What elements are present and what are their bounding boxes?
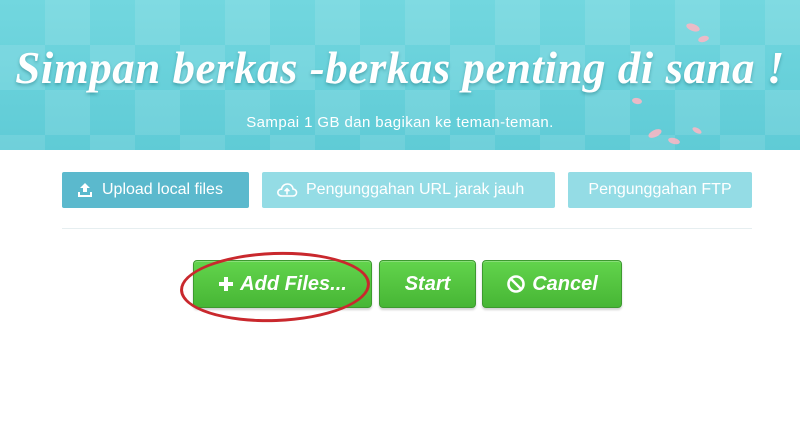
- petal-decoration: [685, 21, 701, 34]
- cancel-button[interactable]: Cancel: [482, 260, 622, 308]
- hero-banner: Simpan berkas -berkas penting di sana ! …: [0, 0, 800, 150]
- add-files-label: Add Files...: [240, 272, 347, 295]
- tab-label: Pengunggahan FTP: [588, 181, 732, 198]
- tab-ftp-upload[interactable]: Pengunggahan FTP: [568, 172, 752, 208]
- banner-subline: Sampai 1 GB dan bagikan ke teman-teman.: [246, 114, 554, 131]
- tab-remote-url-upload[interactable]: Pengunggahan URL jarak jauh: [262, 172, 555, 208]
- section-divider: [62, 228, 752, 229]
- tab-label: Pengunggahan URL jarak jauh: [306, 181, 525, 198]
- upload-mode-tabs: Upload local files Pengunggahan URL jara…: [0, 172, 800, 210]
- tab-upload-local-files[interactable]: Upload local files: [62, 172, 249, 208]
- cloud-upload-icon: [277, 183, 298, 197]
- cancel-label: Cancel: [532, 272, 598, 295]
- upload-icon: [78, 183, 92, 197]
- start-label: Start: [404, 272, 451, 295]
- plus-icon: [219, 277, 234, 291]
- start-button[interactable]: Start: [379, 260, 476, 308]
- tab-label: Upload local files: [102, 181, 223, 198]
- petal-decoration: [631, 97, 643, 105]
- petal-decoration: [667, 136, 681, 146]
- add-files-button[interactable]: Add Files...: [193, 260, 372, 308]
- ban-icon: [507, 275, 526, 293]
- banner-headline: Simpan berkas -berkas penting di sana !: [15, 43, 785, 93]
